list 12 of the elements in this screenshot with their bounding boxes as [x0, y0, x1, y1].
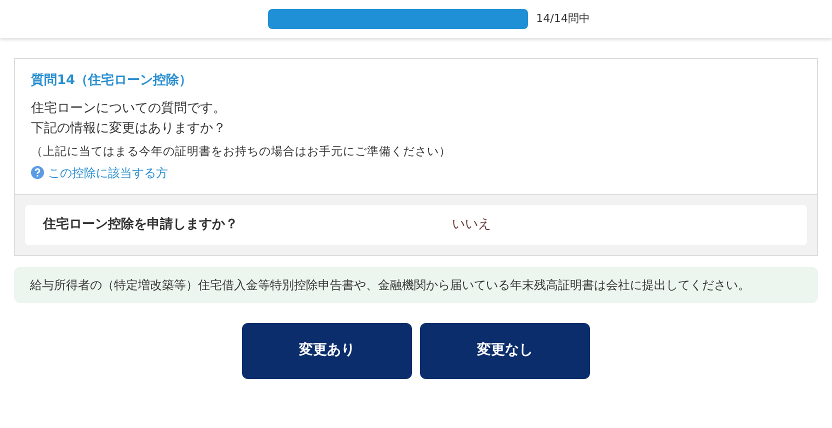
question-text: 下記の情報に変更はありますか？	[31, 120, 227, 138]
help-icon	[31, 166, 44, 180]
question-title: 質問14（住宅ローン控除）	[31, 72, 194, 90]
info-message: 給与所得者の（特定増改築等）住宅借入金等特別控除申告書や、金融機関から届いている年末残高証明書は会社に提出してください。	[14, 266, 818, 303]
question-text: 住宅ローンについての質問です。	[31, 100, 227, 118]
answer-value: いいえ	[452, 216, 491, 234]
action-button[interactable]: 変更なし	[420, 322, 590, 379]
question-note: （上記に当てはまる今年の証明書をお持ちの場合はお手元にご準備ください）	[31, 142, 452, 160]
progress-label: 14/14問中	[536, 10, 590, 27]
help-link[interactable]: この控除に該当する方	[48, 164, 168, 182]
action-button[interactable]: 変更あり	[242, 322, 412, 379]
answer-label: 住宅ローン控除を申請しますか？	[43, 216, 239, 234]
